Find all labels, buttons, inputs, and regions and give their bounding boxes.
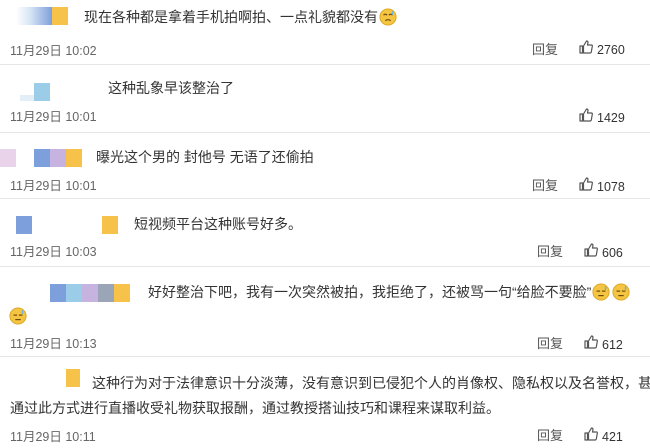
comment-item: 现在各种都是拿着手机拍啊拍、一点礼貌都没有 11月29日 10:02 回复 27… <box>0 0 650 64</box>
comment-time: 11月29日 10:02 <box>10 44 97 58</box>
masked-username <box>16 216 126 234</box>
comment-text: 好好整治下吧，我有一次突然被拍，我拒绝了，还被骂一句“给脸不要脸” <box>148 281 631 303</box>
comment-time: 11月29日 10:03 <box>10 245 97 259</box>
like-count: 421 <box>602 429 623 444</box>
comment-item: 曝光这个男的 封他号 无语了还偷拍 11月29日 10:01 回复 1078 <box>0 133 650 198</box>
sad-sweat-emoji-icon <box>379 8 397 26</box>
like-button[interactable]: 1429 <box>578 107 625 128</box>
thumbs-up-icon <box>578 107 594 128</box>
like-count: 1078 <box>597 179 625 194</box>
like-count: 2760 <box>597 42 625 57</box>
reply-button[interactable]: 回复 <box>537 333 563 352</box>
reply-button[interactable]: 回复 <box>537 241 563 260</box>
comment-item: 好好整治下吧，我有一次突然被拍，我拒绝了，还被骂一句“给脸不要脸” 11月29日… <box>0 267 650 356</box>
thumbs-up-icon <box>578 39 594 60</box>
comment-item: 这种乱象早该整治了 11月29日 10:01 1429 <box>0 65 650 132</box>
like-button[interactable]: 1078 <box>578 176 625 197</box>
comment-time: 11月29日 10:01 <box>10 179 97 193</box>
awkward-sweat-emoji-icon <box>592 283 610 301</box>
like-button[interactable]: 612 <box>583 334 623 355</box>
reply-button[interactable]: 回复 <box>537 425 563 444</box>
thumbs-up-icon <box>583 426 599 447</box>
thumbs-up-icon <box>583 242 599 263</box>
like-button[interactable]: 2760 <box>578 39 625 60</box>
masked-username <box>16 7 70 25</box>
comment-time: 11月29日 10:01 <box>10 110 97 124</box>
masked-username <box>0 149 84 167</box>
comment-time: 11月29日 10:13 <box>10 337 97 351</box>
comment-text: 这种乱象早该整治了 <box>108 80 234 96</box>
awkward-sweat-emoji-icon <box>9 307 27 325</box>
like-button[interactable]: 606 <box>583 242 623 263</box>
like-count: 1429 <box>597 110 625 125</box>
comment-text: 短视频平台这种账号好多。 <box>134 216 302 232</box>
comment-time: 11月29日 10:11 <box>10 430 96 444</box>
comment-item: 短视频平台这种账号好多。 11月29日 10:03 回复 606 <box>0 199 650 266</box>
comment-text: 这种行为对于法律意识十分淡薄，没有意识到已侵犯个人的肖像权、隐私权以及名誉权，甚… <box>92 375 650 391</box>
masked-username <box>66 369 86 387</box>
masked-username <box>50 284 136 302</box>
comment-list: 现在各种都是拿着手机拍啊拍、一点礼貌都没有 11月29日 10:02 回复 27… <box>0 0 650 448</box>
comment-text: 曝光这个男的 封他号 无语了还偷拍 <box>96 149 314 165</box>
awkward-sweat-emoji-icon <box>612 283 630 301</box>
like-button[interactable]: 421 <box>583 426 623 447</box>
masked-username <box>20 83 80 101</box>
like-count: 606 <box>602 245 623 260</box>
thumbs-up-icon <box>583 334 599 355</box>
comment-text-line2: 通过此方式进行直播收受礼物获取报酬，通过教授搭讪技巧和课程来谋取利益。 <box>10 400 500 416</box>
reply-button[interactable]: 回复 <box>532 39 558 58</box>
reply-button[interactable]: 回复 <box>532 175 558 194</box>
comment-text: 现在各种都是拿着手机拍啊拍、一点礼貌都没有 <box>84 6 398 28</box>
like-count: 612 <box>602 337 623 352</box>
comment-item: 这种行为对于法律意识十分淡薄，没有意识到已侵犯个人的肖像权、隐私权以及名誉权，甚… <box>0 357 650 448</box>
thumbs-up-icon <box>578 176 594 197</box>
